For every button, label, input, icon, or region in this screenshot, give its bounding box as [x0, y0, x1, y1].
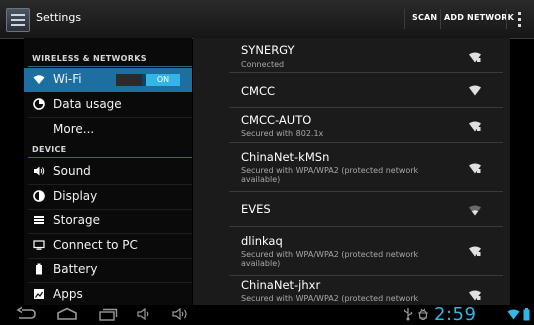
settings-app-icon[interactable] [6, 8, 30, 32]
sidebar-item-label: Display [53, 189, 98, 203]
system-bar: 2:59 [0, 304, 534, 325]
wifi-weak-icon [469, 205, 481, 216]
settings-categories: WIRELESS & NETWORKS Wi-Fi ON Data usage … [24, 38, 192, 305]
wifi-toggle[interactable]: ON [116, 74, 180, 86]
divider [28, 66, 192, 67]
divider [404, 9, 405, 29]
sidebar-item-label: Data usage [53, 97, 122, 111]
pc-icon [33, 239, 45, 251]
network-name: EVES [241, 202, 271, 216]
divider [28, 157, 192, 158]
network-name: SYNERGY [241, 43, 295, 57]
storage-icon [33, 214, 45, 226]
network-item[interactable]: CMCC-AUTO Secured with 802.1x [193, 108, 510, 143]
overflow-menu-icon[interactable] [518, 12, 522, 28]
sidebar-item-more[interactable]: More... [24, 118, 192, 142]
home-icon[interactable] [56, 307, 78, 321]
data-usage-icon [33, 98, 45, 110]
volume-up-icon[interactable] [171, 307, 193, 321]
add-network-button[interactable]: ADD NETWORK [444, 13, 514, 22]
wifi-secure-icon [469, 52, 481, 63]
network-status: Connected [241, 60, 285, 69]
network-item[interactable]: ChinaNet-kMSn Secured with WPA/WPA2 (pro… [193, 143, 510, 192]
network-name: CMCC-AUTO [241, 113, 312, 127]
sidebar-item-label: Sound [53, 164, 91, 178]
wifi-signal-icon [507, 309, 520, 320]
section-header-device: DEVICE [32, 145, 67, 154]
sidebar-item-apps[interactable]: Apps [24, 283, 192, 307]
network-item[interactable]: ChinaNet-jhxr Secured with WPA/WPA2 (pro… [193, 276, 510, 305]
network-name: dlinkaq [241, 234, 283, 248]
wifi-secure-icon [469, 246, 481, 257]
sidebar-item-label: Battery [53, 262, 98, 276]
network-status: Secured with WPA/WPA2 (protected network… [241, 250, 419, 268]
wifi-icon [469, 85, 481, 96]
network-name: ChinaNet-kMSn [241, 150, 330, 164]
sidebar-item-battery[interactable]: Battery [24, 258, 192, 282]
wifi-secure-icon [469, 290, 481, 301]
sidebar-item-label: Apps [53, 287, 83, 301]
divider [440, 9, 441, 29]
sidebar-item-label: Storage [53, 213, 100, 227]
sidebar-item-connect-to-pc[interactable]: Connect to PC [24, 234, 192, 258]
wifi-icon [33, 73, 45, 85]
sidebar-item-sound[interactable]: Sound [24, 160, 192, 184]
display-icon [33, 190, 45, 202]
wifi-secure-icon [469, 121, 481, 132]
wifi-secure-icon [469, 163, 481, 174]
network-item[interactable]: SYNERGY Connected [193, 38, 510, 73]
sidebar-item-label: Connect to PC [53, 238, 138, 252]
recent-apps-icon[interactable] [97, 307, 119, 321]
network-status: Secured with 802.1x [241, 129, 324, 138]
divider [506, 9, 507, 29]
sidebar-item-display[interactable]: Display [24, 185, 192, 209]
status-clock: 2:59 [434, 304, 477, 325]
sidebar-item-wifi[interactable]: Wi-Fi ON [24, 68, 192, 92]
sound-icon [33, 165, 45, 177]
sidebar-item-label: More... [53, 122, 95, 136]
battery-icon [33, 263, 45, 275]
usb-icon [403, 308, 413, 321]
scan-button[interactable]: SCAN [412, 13, 437, 22]
sidebar-item-label: Wi-Fi [53, 72, 82, 86]
sidebar-item-storage[interactable]: Storage [24, 209, 192, 233]
network-name: CMCC [241, 84, 276, 98]
network-name: ChinaNet-jhxr [241, 278, 321, 292]
debug-icon [418, 308, 428, 321]
section-header-wireless: WIRELESS & NETWORKS [32, 54, 147, 63]
battery-status-icon [523, 308, 530, 321]
app-title: Settings [36, 11, 82, 24]
sidebar-item-data-usage[interactable]: Data usage [24, 93, 192, 117]
action-bar: Settings SCAN ADD NETWORK [0, 0, 534, 39]
network-item[interactable]: EVES [193, 192, 510, 227]
back-icon[interactable] [16, 307, 38, 321]
toggle-state-label: ON [146, 74, 180, 86]
network-status: Secured with WPA/WPA2 (protected network… [241, 166, 419, 184]
apps-icon [33, 288, 45, 300]
network-item[interactable]: CMCC [193, 73, 510, 108]
wifi-network-list: SYNERGY Connected CMCC CMCC-AUTO Secured… [193, 38, 510, 305]
network-status: Secured with WPA/WPA2 (protected network [241, 294, 419, 303]
network-item[interactable]: dlinkaq Secured with WPA/WPA2 (protected… [193, 227, 510, 276]
volume-down-icon[interactable] [136, 307, 154, 321]
